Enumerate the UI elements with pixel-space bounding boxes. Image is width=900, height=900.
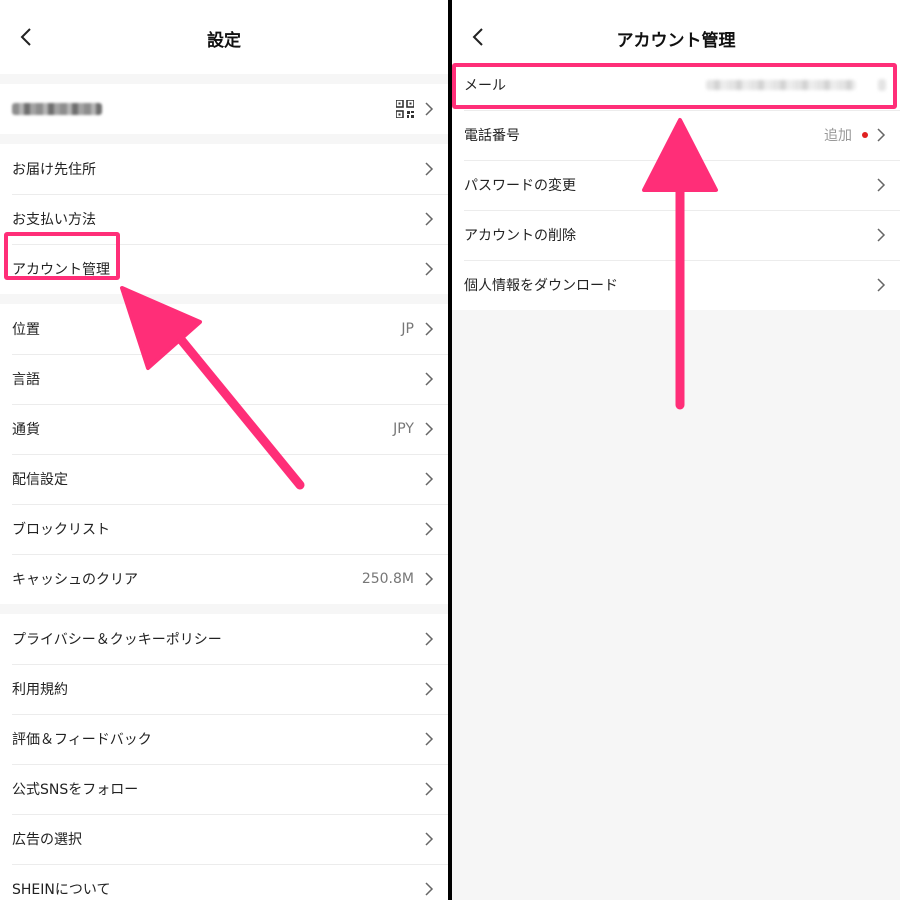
chevron-right-icon — [877, 228, 886, 242]
settings-row-label: 配信設定 — [12, 472, 68, 488]
account-section — [0, 84, 448, 134]
settings-row-value: JP — [401, 321, 414, 337]
blurred-username — [12, 103, 102, 115]
settings-row-label: 言語 — [12, 372, 40, 388]
chevron-right-icon — [425, 572, 434, 586]
settings-row[interactable]: 通貨 JPY — [0, 404, 448, 454]
chevron-right-icon — [425, 732, 434, 746]
chevron-right-icon — [425, 162, 434, 176]
settings-row-label: 広告の選択 — [12, 832, 82, 848]
account-row-label: パスワードの変更 — [464, 178, 576, 194]
settings-row[interactable]: キャッシュのクリア 250.8M — [0, 554, 448, 604]
account-name-blurred — [12, 103, 396, 115]
email-row[interactable]: メール — [452, 60, 900, 110]
settings-row-label: お支払い方法 — [12, 212, 96, 228]
screenshot-frame: 設定 お届け先住所 お支払い方法 アカウント管理 位置 JP 言語 通貨 JPY… — [0, 0, 900, 900]
chevron-right-icon — [877, 278, 886, 292]
chevron-right-icon — [425, 262, 434, 276]
account-profile-row[interactable] — [0, 84, 448, 134]
account-row-value: 追加 — [824, 128, 852, 144]
chevron-right-icon — [425, 372, 434, 386]
settings-group-legal: プライバシー＆クッキーポリシー 利用規約評価＆フィードバック 公式SNSをフォロー広… — [0, 614, 448, 900]
account-management-screen: アカウント管理 メール電話番号 追加パスワードの変更 アカウントの削除個人情報をダウ… — [452, 0, 900, 900]
settings-row-label: 利用規約 — [12, 682, 68, 698]
account-row-label: 電話番号 — [464, 128, 520, 144]
chevron-right-icon — [425, 522, 434, 536]
chevron-right-icon — [425, 472, 434, 486]
page-title: 設定 — [207, 31, 241, 51]
chevron-right-icon — [425, 832, 434, 846]
notification-dot-icon — [862, 132, 868, 138]
settings-row[interactable]: プライバシー＆クッキーポリシー — [0, 614, 448, 664]
chevron-right-icon — [425, 102, 434, 116]
back-button[interactable] — [464, 22, 492, 52]
settings-row-label: 評価＆フィードバック — [12, 732, 152, 748]
settings-row-value: JPY — [393, 421, 414, 437]
settings-row-label: キャッシュのクリア — [12, 572, 138, 588]
settings-screen: 設定 お届け先住所 お支払い方法 アカウント管理 位置 JP 言語 通貨 JPY… — [0, 0, 448, 900]
settings-row[interactable]: 利用規約 — [0, 664, 448, 714]
chevron-right-icon — [877, 128, 886, 142]
settings-row[interactable]: 配信設定 — [0, 454, 448, 504]
settings-row[interactable]: 評価＆フィードバック — [0, 714, 448, 764]
settings-row-label: アカウント管理 — [12, 262, 110, 278]
chevron-left-icon — [472, 28, 483, 46]
settings-row-label: お届け先住所 — [12, 162, 96, 178]
settings-group-account: お届け先住所 お支払い方法 アカウント管理 — [0, 144, 448, 294]
settings-row[interactable]: お支払い方法 — [0, 194, 448, 244]
settings-row[interactable]: ブロックリスト — [0, 504, 448, 554]
account-row-item[interactable]: 個人情報をダウンロード — [452, 260, 900, 310]
settings-row[interactable]: 広告の選択 — [0, 814, 448, 864]
account-row-label: メール — [464, 78, 506, 94]
blurred-email — [706, 80, 856, 90]
account-row-item[interactable]: パスワードの変更 — [452, 160, 900, 210]
settings-row-label: ブロックリスト — [12, 522, 110, 538]
settings-row[interactable]: お届け先住所 — [0, 144, 448, 194]
chevron-right-icon — [425, 682, 434, 696]
settings-row[interactable]: 公式SNSをフォロー — [0, 764, 448, 814]
chevron-right-icon — [425, 322, 434, 336]
settings-row-value: 250.8M — [361, 571, 414, 587]
chevron-right-icon — [425, 422, 434, 436]
settings-row-label: 通貨 — [12, 422, 40, 438]
account-management-list: メール電話番号 追加パスワードの変更 アカウントの削除個人情報をダウンロード — [452, 60, 900, 310]
settings-row[interactable]: 位置 JP — [0, 304, 448, 354]
chevron-left-icon — [20, 28, 31, 46]
chevron-right-icon — [877, 178, 886, 192]
page-title: アカウント管理 — [616, 31, 736, 51]
chevron-right-icon — [425, 632, 434, 646]
settings-nav-bar: 設定 — [0, 0, 448, 74]
account-row-item[interactable]: 電話番号 追加 — [452, 110, 900, 160]
settings-row[interactable]: アカウント管理 — [0, 244, 448, 294]
settings-row[interactable]: SHEINについて — [0, 864, 448, 900]
blurred-email-end — [878, 79, 886, 91]
back-button[interactable] — [12, 22, 40, 52]
chevron-right-icon — [425, 212, 434, 226]
settings-group-preferences: 位置 JP 言語通貨 JPY 配信設定ブロックリストキャッシュのクリア 250.8M — [0, 304, 448, 604]
chevron-right-icon — [425, 782, 434, 796]
settings-row-label: SHEINについて — [12, 882, 111, 898]
qr-code-icon[interactable] — [396, 100, 414, 118]
settings-row-label: プライバシー＆クッキーポリシー — [12, 632, 222, 648]
account-row-label: アカウントの削除 — [464, 228, 576, 244]
settings-row-label: 公式SNSをフォロー — [12, 782, 139, 798]
account-row-label: 個人情報をダウンロード — [464, 278, 618, 294]
chevron-right-icon — [425, 882, 434, 896]
settings-row[interactable]: 言語 — [0, 354, 448, 404]
account-row-item[interactable]: アカウントの削除 — [452, 210, 900, 260]
settings-row-label: 位置 — [12, 322, 40, 338]
